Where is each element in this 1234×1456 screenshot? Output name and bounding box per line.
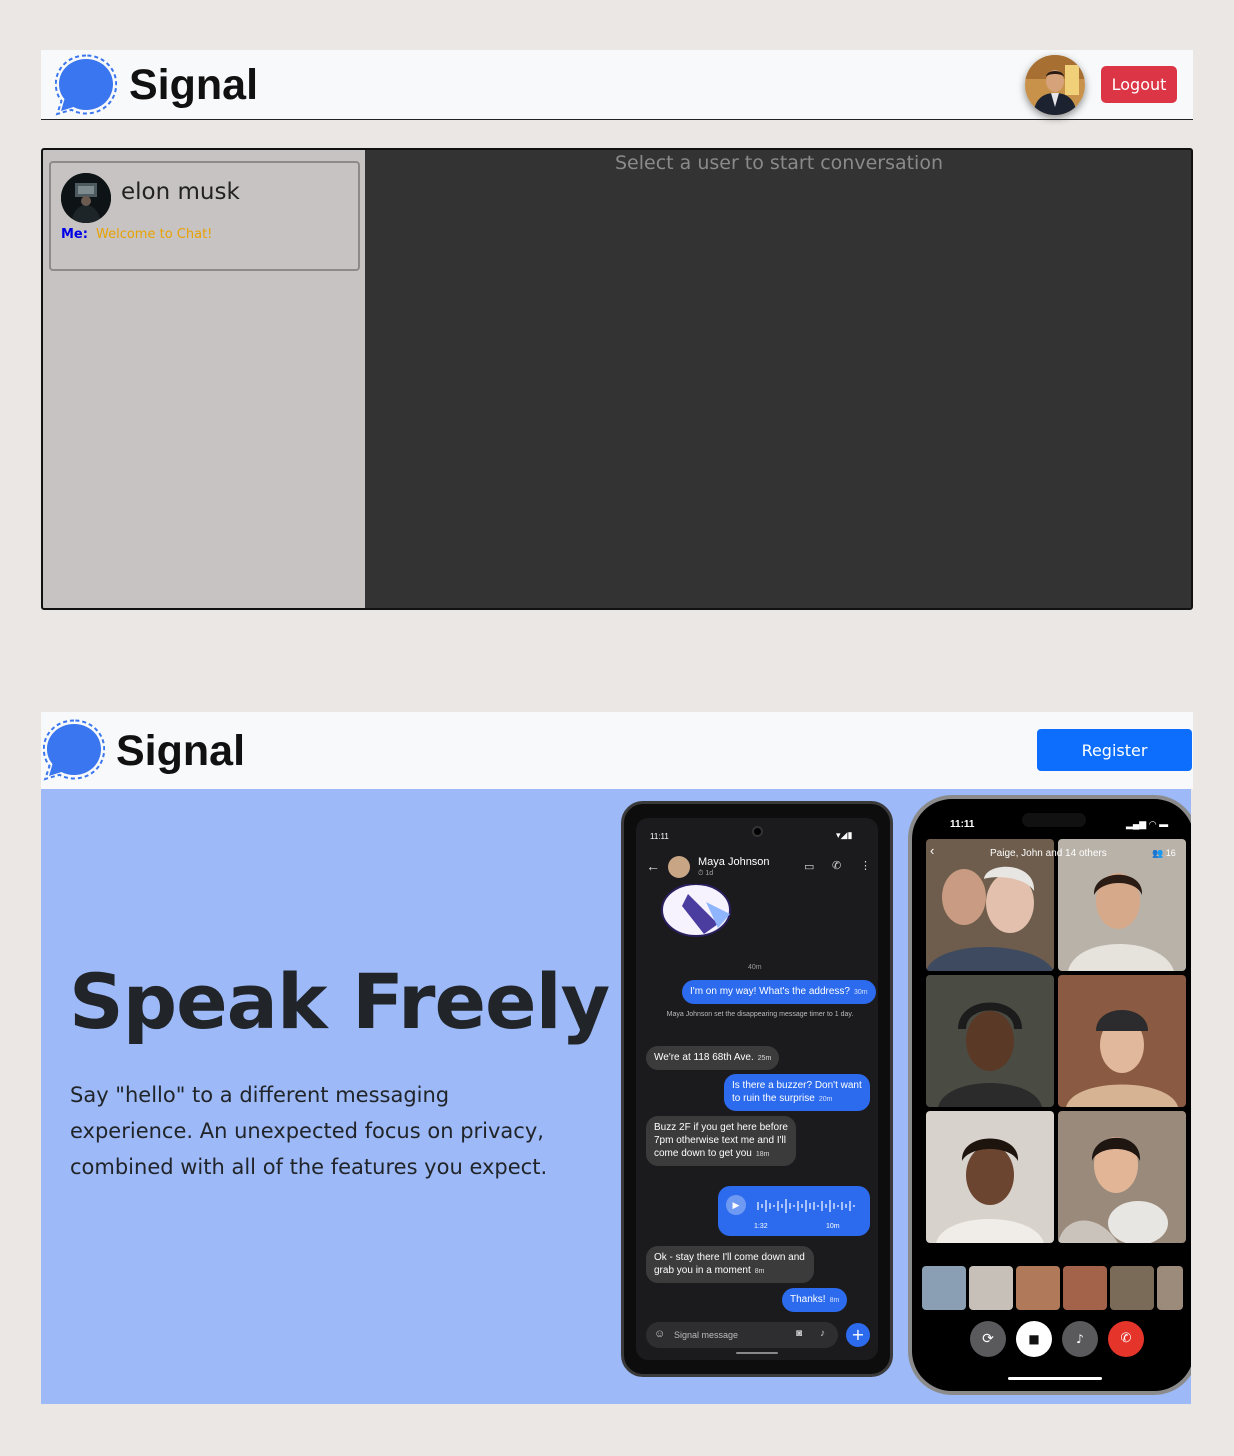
contact-avatar xyxy=(61,173,111,223)
android-screen: 11:11 ▾◢▮ ← Maya Johnson ⏱ 1d ▭ ✆ ⋮ 40m … xyxy=(636,818,878,1360)
message-bubble-in: Ok - stay there I'll come down and grab … xyxy=(646,1246,814,1283)
conversation-item[interactable]: elon musk Me: Welcome to Chat! xyxy=(49,161,360,271)
hero-title: Speak Freely xyxy=(69,957,610,1046)
camera-hole xyxy=(752,826,763,837)
voice-meta: 10m xyxy=(826,1223,840,1230)
iphone-mockup: 11:11 ▂▄▆ ◠ ▬ ‹ Paige, John and 14 other… xyxy=(908,795,1191,1395)
chat-placeholder: Select a user to start conversation xyxy=(614,152,944,174)
contact-name: Maya Johnson xyxy=(698,856,770,868)
participant-video-tile xyxy=(1058,975,1186,1107)
flip-camera-icon[interactable]: ⟳ xyxy=(970,1321,1006,1357)
status-time: 11:11 xyxy=(950,819,975,830)
play-icon[interactable]: ▶ xyxy=(726,1195,746,1215)
phone-call-icon[interactable]: ✆ xyxy=(832,859,841,872)
conversation-sidebar: elon musk Me: Welcome to Chat! xyxy=(43,150,365,608)
participant-thumbnail[interactable] xyxy=(1016,1266,1060,1310)
participant-video-tile xyxy=(926,1111,1054,1243)
add-attachment-icon[interactable]: + xyxy=(846,1323,870,1347)
message-bubble-out: Is there a buzzer? Don't want to ruin th… xyxy=(724,1074,870,1111)
hero-section: Speak Freely Say "hello" to a different … xyxy=(41,789,1191,1404)
status-time: 11:11 xyxy=(650,832,669,841)
back-chevron-icon[interactable]: ‹ xyxy=(930,843,934,858)
logout-button[interactable]: Logout xyxy=(1101,66,1177,103)
participant-thumbnail[interactable] xyxy=(969,1266,1013,1310)
video-toggle-icon[interactable]: ■ xyxy=(1016,1321,1052,1357)
more-options-icon[interactable]: ⋮ xyxy=(860,859,871,872)
participants-icon: 👥 16 xyxy=(1152,848,1176,858)
sticker-illustration xyxy=(661,884,731,937)
participant-thumbnail[interactable] xyxy=(1110,1266,1154,1310)
signal-battery-icon: ▂▄▆ ◠ ▬ xyxy=(1126,819,1169,829)
waveform-icon xyxy=(757,1199,855,1213)
mute-mic-icon[interactable]: ♪ xyxy=(1062,1321,1098,1357)
participant-thumbnail[interactable] xyxy=(1157,1266,1183,1310)
back-arrow-icon[interactable]: ← xyxy=(646,858,660,874)
android-phone-mockup: 11:11 ▾◢▮ ← Maya Johnson ⏱ 1d ▭ ✆ ⋮ 40m … xyxy=(621,801,893,1377)
home-indicator xyxy=(736,1352,778,1354)
participant-thumbnail[interactable] xyxy=(922,1266,966,1310)
register-button[interactable]: Register xyxy=(1037,729,1192,771)
contact-avatar xyxy=(668,856,690,878)
brand-name: Signal xyxy=(129,61,259,109)
brand-name: Signal xyxy=(116,727,246,775)
system-message: Maya Johnson set the disappearing messag… xyxy=(666,1011,854,1018)
last-message: Welcome to Chat! xyxy=(96,227,213,242)
voice-message-bubble: ▶ 1:32 10m xyxy=(718,1186,870,1236)
signal-logo-icon xyxy=(55,54,117,116)
message-bubble-in: We're at 118 68th Ave. 25m xyxy=(646,1046,780,1070)
sender-label: Me: xyxy=(61,227,88,242)
voice-duration: 1:32 xyxy=(754,1223,768,1230)
landing-header: Signal Register xyxy=(41,712,1193,789)
composer-input[interactable]: ☺ Signal message ◙ ♪ xyxy=(646,1322,838,1348)
signal-battery-icon: ▾◢▮ xyxy=(836,830,853,840)
disappearing-timer: ⏱ 1d xyxy=(698,870,714,877)
participant-video-tile xyxy=(926,975,1054,1107)
message-bubble-out: Thanks! 8m xyxy=(782,1288,848,1312)
signal-logo-icon xyxy=(43,719,105,781)
participant-video-tile xyxy=(1058,1111,1186,1243)
message-bubble-out: I'm on my way! What's the address? 30m xyxy=(682,980,876,1004)
camera-icon[interactable]: ◙ xyxy=(796,1328,802,1339)
participant-thumbnail[interactable] xyxy=(1063,1266,1107,1310)
user-avatar[interactable] xyxy=(1025,55,1085,115)
emoji-icon[interactable]: ☺ xyxy=(654,1328,665,1340)
call-title: Paige, John and 14 others xyxy=(990,848,1107,859)
message-bubble-in: Buzz 2F if you get here before 7pm other… xyxy=(646,1116,796,1166)
chat-panel: elon musk Me: Welcome to Chat! Select a … xyxy=(41,148,1193,610)
microphone-icon[interactable]: ♪ xyxy=(820,1328,825,1339)
end-call-icon[interactable]: ✆ xyxy=(1108,1321,1144,1357)
video-call-icon[interactable]: ▭ xyxy=(804,860,814,873)
dynamic-island xyxy=(1022,813,1086,827)
time-divider: 40m xyxy=(748,964,762,971)
app-header: Signal Logout xyxy=(41,50,1193,120)
composer-placeholder: Signal message xyxy=(674,1330,739,1340)
home-indicator xyxy=(1008,1377,1102,1380)
hero-subtitle: Say "hello" to a different messaging exp… xyxy=(70,1083,548,1179)
contact-name: elon musk xyxy=(121,179,240,205)
